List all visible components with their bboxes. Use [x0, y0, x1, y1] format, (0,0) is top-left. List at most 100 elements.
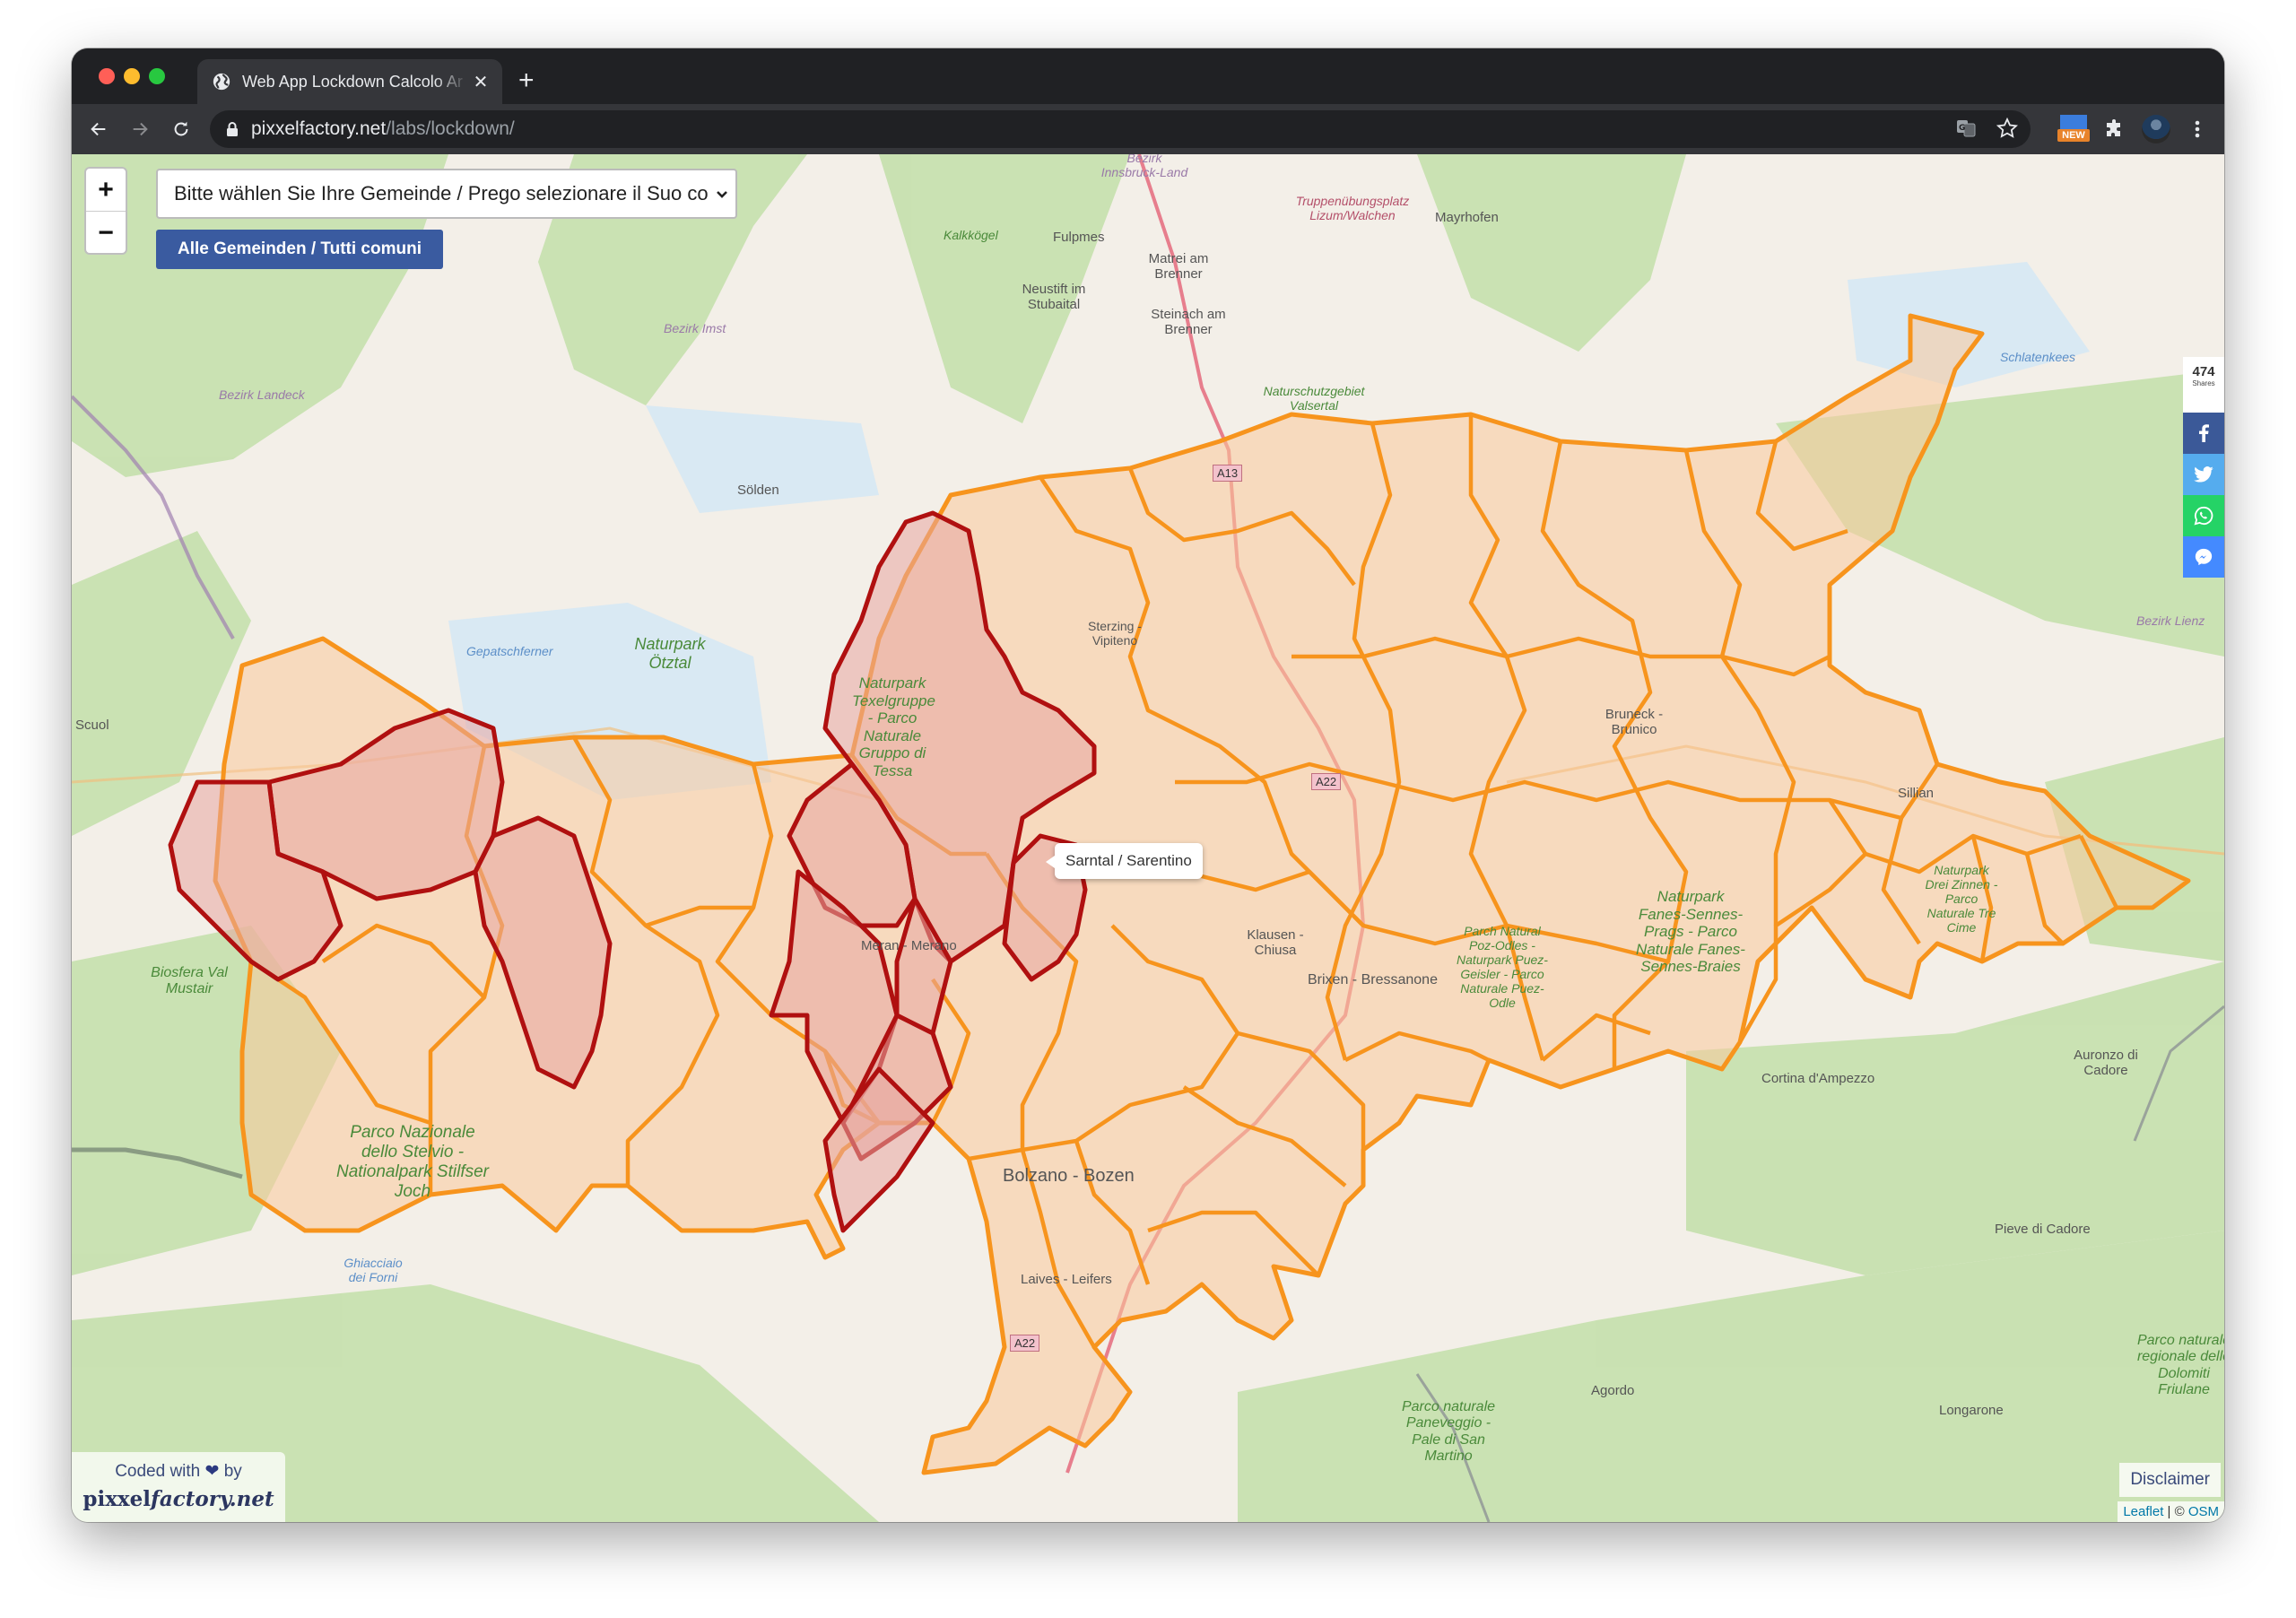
twitter-icon: [2194, 466, 2213, 483]
road-shield-a22: A22: [1311, 773, 1342, 790]
arrow-left-icon: [91, 122, 106, 136]
map-label-district-imst: Bezirk Imst: [664, 321, 726, 335]
reload-icon: [174, 121, 188, 136]
map-label-sillian: Sillian: [1898, 786, 1935, 801]
address-bar[interactable]: pixxelfactory.net/labs/lockdown/ G: [210, 110, 2031, 148]
extension-new-button[interactable]: NEW: [2056, 111, 2092, 147]
disclaimer-button[interactable]: Disclaimer: [2119, 1463, 2221, 1497]
map-label-pieve: Pieve di Cadore: [1995, 1222, 2091, 1237]
tab-strip: Web App Lockdown Calcolo Ar ✕ +: [72, 48, 2224, 104]
url-host: pixxelfactory.net: [251, 118, 387, 139]
share-whatsapp-button[interactable]: [2183, 495, 2224, 536]
browser-menu-button[interactable]: [2179, 111, 2215, 147]
map-label-steinach: Steinach am Brenner: [1151, 307, 1226, 338]
map-label-park-fanes: Naturpark Fanes-Sennes-Prags - Parco Nat…: [1636, 888, 1745, 976]
map-label-park-kalkkogel: Kalkkögel: [944, 228, 998, 242]
map-label-longarone: Longarone: [1939, 1403, 2004, 1418]
map-label-klausen: Klausen - Chiusa: [1247, 927, 1304, 959]
browser-toolbar: pixxelfactory.net/labs/lockdown/ G NEW: [72, 104, 2224, 154]
map-label-district-innsbruck: Bezirk Innsbruck-Land: [1100, 154, 1188, 180]
chevron-down-icon: [709, 185, 735, 204]
minimize-window-button[interactable]: [124, 68, 140, 84]
puzzle-icon: [2107, 119, 2120, 136]
share-bar: 474 Shares: [2183, 357, 2224, 578]
whatsapp-icon: [2194, 506, 2213, 526]
url-path: /labs/lockdown/: [386, 118, 515, 139]
share-twitter-button[interactable]: [2183, 454, 2224, 495]
bookmark-star-icon[interactable]: [1996, 117, 2018, 139]
map-label-neustift: Neustift im Stubaital: [1022, 282, 1086, 313]
map-label-solden: Sölden: [737, 483, 779, 498]
globe-icon: [213, 73, 230, 91]
credit-box[interactable]: Coded with ❤ by pixxelfactory.net: [72, 1452, 285, 1522]
map-label-bolzano: Bolzano - Bozen: [1003, 1166, 1135, 1186]
maximize-window-button[interactable]: [149, 68, 165, 84]
map-label-forni: Ghiacciaio dei Forni: [344, 1256, 403, 1285]
forward-button[interactable]: [124, 113, 156, 145]
map-label-park-texelgruppe: Naturpark Texelgruppe - Parco Naturale G…: [852, 674, 935, 779]
osm-link[interactable]: OSM: [2188, 1504, 2219, 1519]
map-label-park-otztal: Naturpark Ötztal: [634, 635, 706, 672]
translate-icon[interactable]: G: [1955, 117, 1977, 139]
arrow-right-icon: [133, 122, 148, 136]
credit-brand-link[interactable]: pixxelfactory.net: [72, 1487, 285, 1511]
map-label-military-area: Truppenübungsplatz Lizum/Walchen: [1295, 194, 1410, 223]
map-label-fulpmes: Fulpmes: [1053, 230, 1105, 245]
map-label-auronzo: Auronzo di Cadore: [2074, 1048, 2138, 1079]
reload-button[interactable]: [165, 113, 197, 145]
map-label-sterzing: Sterzing - Vipiteno: [1088, 619, 1142, 648]
svg-text:G: G: [1959, 124, 1965, 133]
map-tiles: [72, 154, 2224, 1522]
all-municipalities-button[interactable]: Alle Gemeinden / Tutti comuni: [156, 230, 443, 269]
share-count: 474 Shares: [2183, 357, 2224, 413]
credit-line: Coded with ❤ by: [115, 1462, 242, 1481]
browser-tab[interactable]: Web App Lockdown Calcolo Ar ✕: [197, 59, 502, 104]
share-messenger-button[interactable]: [2183, 536, 2224, 578]
map-label-park-valsertal: Naturschutzgebiet Valsertal: [1263, 384, 1365, 413]
kebab-menu-icon: [2195, 120, 2200, 138]
zoom-control: + −: [84, 167, 127, 255]
heart-icon: ❤: [204, 1462, 220, 1481]
avatar: [2142, 115, 2170, 144]
messenger-icon: [2195, 548, 2213, 566]
back-button[interactable]: [83, 113, 115, 145]
map-label-park-paneveggio: Parco naturale Paneveggio - Pale di San …: [1401, 1399, 1496, 1465]
map-label-bruneck: Bruneck - Brunico: [1605, 707, 1664, 738]
map-label-park-puez: Parch Natural Poz-Odles - Naturpark Puez…: [1457, 924, 1548, 1011]
tab-title: Web App Lockdown Calcolo Ar: [242, 72, 463, 91]
browser-window: Web App Lockdown Calcolo Ar ✕ + pixxelfa…: [72, 48, 2224, 1522]
zoom-out-button[interactable]: −: [86, 212, 126, 253]
map-label-park-stelvio: Parco Nazionale dello Stelvio - National…: [335, 1123, 490, 1201]
map-label-mayrhofen: Mayrhofen: [1435, 210, 1499, 225]
leaflet-link[interactable]: Leaflet: [2123, 1504, 2163, 1519]
map-label-park-dolomiti-friulane: Parco naturale regionale delle Dolomiti …: [2136, 1333, 2224, 1398]
facebook-icon: [2199, 424, 2209, 442]
share-facebook-button[interactable]: [2183, 413, 2224, 454]
leaflet-map[interactable]: Bolzano - Bozen Brixen - Bressanone Brun…: [72, 154, 2224, 1522]
map-label-district-lienz: Bezirk Lienz: [2136, 613, 2205, 628]
municipality-select[interactable]: Bitte wählen Sie Ihre Gemeinde / Prego s…: [156, 169, 737, 219]
map-label-park-dreizinnen: Naturpark Drei Zinnen - Parco Naturale T…: [1925, 863, 1998, 935]
map-label-district-landeck: Bezirk Landeck: [219, 387, 305, 402]
new-tab-button[interactable]: +: [518, 63, 535, 99]
close-window-button[interactable]: [99, 68, 115, 84]
share-extension-icon: NEW: [2057, 113, 2090, 145]
extensions-button[interactable]: [2097, 111, 2133, 147]
map-label-cortina: Cortina d'Ampezzo: [1761, 1071, 1875, 1086]
map-label-scuol: Scuol: [75, 718, 109, 733]
map-label-agordo: Agordo: [1591, 1383, 1635, 1398]
road-shield-a22-south: A22: [1010, 1335, 1040, 1352]
map-label-gepatschferner: Gepatschferner: [466, 644, 553, 658]
map-attribution: Leaflet | © OSM: [2118, 1501, 2224, 1522]
profile-button[interactable]: [2138, 111, 2174, 147]
zoom-in-button[interactable]: +: [86, 169, 126, 212]
map-label-park-mustair: Biosfera Val Mustair: [151, 965, 228, 997]
map-label-laives: Laives - Leifers: [1021, 1272, 1112, 1287]
close-tab-icon[interactable]: ✕: [468, 71, 493, 93]
map-label-brixen: Brixen - Bressanone: [1308, 972, 1438, 987]
municipality-tooltip: Sarntal / Sarentino: [1046, 843, 1203, 879]
map-label-matrei-brenner: Matrei am Brenner: [1148, 251, 1209, 283]
lock-icon: [227, 122, 238, 136]
map-label-meran: Meran - Merano: [861, 938, 957, 953]
road-shield-a13: A13: [1213, 465, 1243, 482]
